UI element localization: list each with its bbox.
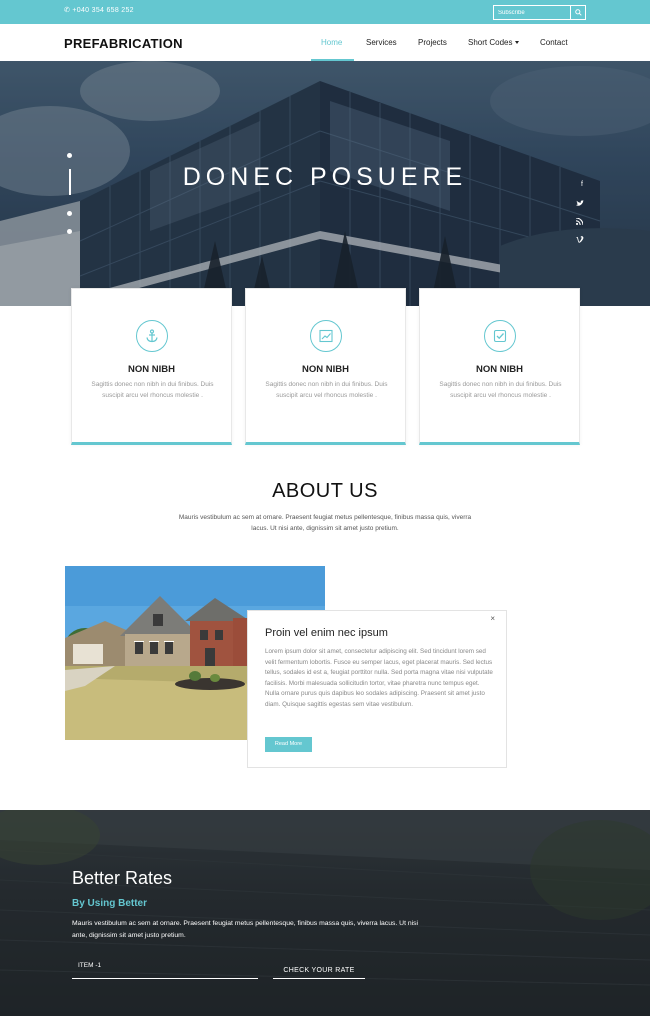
- feature-description: Sagittis donec non nibh in dui finibus. …: [265, 381, 388, 399]
- site-logo[interactable]: PREFABRICATION: [64, 36, 183, 51]
- facebook-icon[interactable]: f: [576, 181, 588, 188]
- info-card-text: Lorem ipsum dolor sit amet, consectetur …: [265, 648, 493, 708]
- subscribe-form: [493, 5, 586, 20]
- rates-background-image: [0, 810, 650, 1016]
- rates-text: Mauris vestibulum ac sem at ornare. Prae…: [72, 920, 419, 939]
- phone-number: ✆ +040 354 658 252: [64, 7, 134, 14]
- rates-section: Better Rates By Using Better Mauris vest…: [0, 810, 650, 1016]
- read-more-button[interactable]: Read More: [265, 737, 312, 752]
- nav-item-services[interactable]: Services: [366, 38, 397, 47]
- anchor-icon: [136, 320, 168, 352]
- feature-title: NON NIBH: [128, 364, 175, 375]
- slider-dot[interactable]: [67, 229, 72, 234]
- about-info-card: × Proin vel enim nec ipsum Lorem ipsum d…: [247, 610, 507, 768]
- info-card-title: Proin vel enim nec ipsum: [265, 627, 388, 639]
- check-icon: [484, 320, 516, 352]
- main-navbar: PREFABRICATION Home Services Projects Sh…: [0, 24, 650, 61]
- slider-dot[interactable]: [67, 211, 72, 216]
- subscribe-input[interactable]: [494, 6, 571, 19]
- feature-description: Sagittis donec non nibh in dui finibus. …: [91, 381, 214, 399]
- hero-title: DONEC POSUERE: [182, 163, 468, 191]
- feature-card: NON NIBH Sagittis donec non nibh in dui …: [245, 288, 406, 445]
- nav-item-projects[interactable]: Projects: [418, 38, 447, 47]
- nav-item-contact[interactable]: Contact: [540, 38, 568, 47]
- feature-title: NON NIBH: [476, 364, 523, 375]
- about-text: Mauris vestibulum ac sem at ornare. Prae…: [178, 514, 472, 532]
- close-icon[interactable]: ×: [490, 614, 495, 623]
- search-icon: [574, 9, 582, 16]
- rates-title: Better Rates: [72, 868, 173, 888]
- search-button[interactable]: [570, 6, 585, 19]
- feature-card: NON NIBH Sagittis donec non nibh in dui …: [71, 288, 232, 445]
- nav-item-home[interactable]: Home: [321, 38, 342, 47]
- item-select-label: ITEM -1: [78, 962, 102, 969]
- top-bar: ✆ +040 354 658 252: [0, 0, 650, 24]
- nav-item-short-codes-label: Short Codes: [468, 38, 513, 47]
- hero-banner: DONEC POSUERE f: [0, 61, 650, 306]
- slider-dot[interactable]: [67, 153, 72, 158]
- chevron-down-icon: [515, 41, 520, 45]
- check-rate-label: CHECK YOUR RATE: [283, 967, 355, 974]
- feature-card: NON NIBH Sagittis donec non nibh in dui …: [419, 288, 580, 445]
- slider-dot-active[interactable]: [69, 169, 71, 195]
- feature-description: Sagittis donec non nibh in dui finibus. …: [439, 381, 562, 399]
- feature-title: NON NIBH: [302, 364, 349, 375]
- rates-subtitle: By Using Better: [72, 898, 148, 909]
- item-select-field[interactable]: ITEM -1: [72, 959, 258, 979]
- check-rate-button[interactable]: CHECK YOUR RATE: [273, 959, 365, 979]
- chart-icon: [310, 320, 342, 352]
- nav-item-short-codes[interactable]: Short Codes: [468, 38, 520, 47]
- about-title: ABOUT US: [272, 480, 378, 502]
